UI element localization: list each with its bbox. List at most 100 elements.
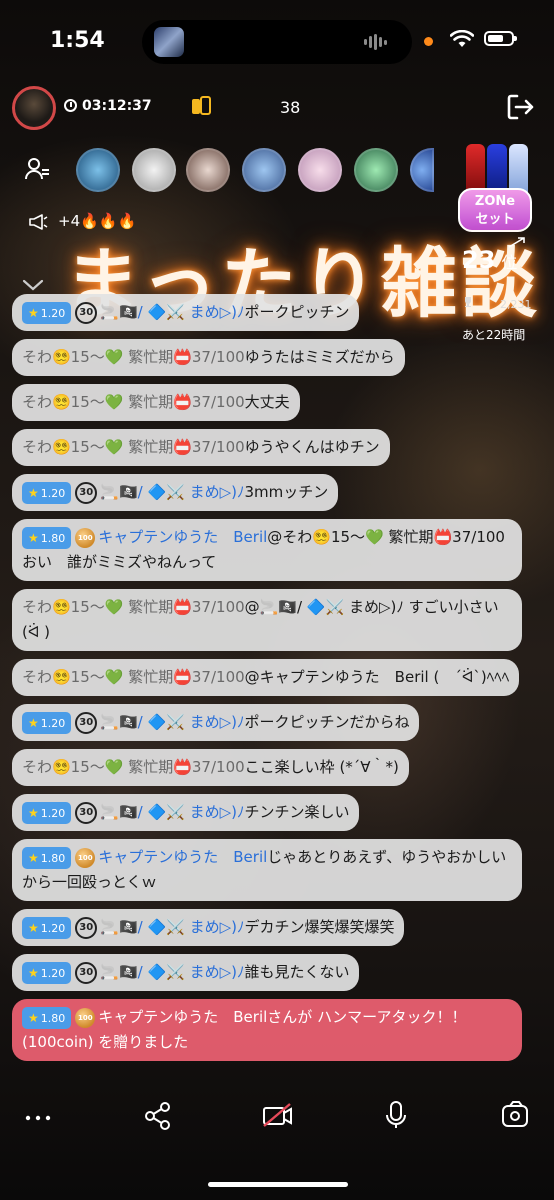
comment-username[interactable]: そわ😵‍💫15～💚 繁忙期📛37/100 bbox=[22, 438, 245, 456]
comment-text: 3mmッチン bbox=[244, 483, 329, 501]
gift-message[interactable]: ★ 1.80 100 キャプテンゆうた Beril さんが ハンマーアタック！！ (1… bbox=[12, 999, 522, 1061]
more-icon[interactable] bbox=[18, 1090, 58, 1130]
comment-username[interactable]: キャプテンゆうた Beril bbox=[98, 1008, 267, 1026]
status-bar: 1:54 bbox=[0, 0, 554, 80]
listener-avatar[interactable] bbox=[76, 148, 120, 192]
level-value: 1.20 bbox=[40, 306, 66, 320]
level-badge: ★ 1.20 bbox=[22, 916, 72, 939]
comment-item[interactable]: そわ😵‍💫15～💚 繁忙期📛37/100 大丈夫 bbox=[12, 384, 300, 421]
comment-item[interactable]: そわ😵‍💫15～💚 繁忙期📛37/100 ゆうたはミミズだから bbox=[12, 339, 405, 376]
days-30-badge-icon: 30 bbox=[75, 961, 98, 984]
dynamic-island[interactable] bbox=[142, 20, 412, 64]
level-value: 1.80 bbox=[40, 851, 66, 865]
exit-icon[interactable] bbox=[504, 91, 536, 123]
comment-item[interactable]: ★ 1.80 100 キャプテンゆうた Beril じゃあとりあえず、ゆうやおかしいか… bbox=[12, 839, 522, 901]
comment-text: ポークピッチン bbox=[244, 303, 350, 321]
comment-text: デカチン爆笑爆笑爆笑 bbox=[244, 918, 395, 936]
coin-badge-icon: 100 bbox=[75, 1007, 96, 1028]
star-icon: ★ bbox=[28, 850, 39, 865]
comment-text: @キャプテンゆうた Beril ( ´ᐛ`)ﾍﾍﾍ bbox=[244, 668, 510, 686]
listener-avatar[interactable] bbox=[298, 148, 342, 192]
host-avatar[interactable] bbox=[12, 86, 56, 130]
level-badge: ★ 1.20 bbox=[22, 711, 72, 734]
days-30-badge-icon: 30 bbox=[75, 481, 98, 504]
level-badge: ★ 1.20 bbox=[22, 961, 72, 984]
star-icon: ★ bbox=[28, 715, 39, 730]
listener-avatar[interactable] bbox=[186, 148, 230, 192]
comment-item[interactable]: そわ😵‍💫15～💚 繁忙期📛37/100 ここ楽しい枠 (*´∀｀*) bbox=[12, 749, 409, 786]
coin-badge-icon: 100 bbox=[75, 527, 96, 548]
viewer-count[interactable]: 38 bbox=[280, 98, 300, 117]
comment-username[interactable]: キャプテンゆうた Beril bbox=[98, 528, 267, 546]
comment-username[interactable]: 🚬🏴‍☠️/ 🔷⚔️ まめ▷)ﾉ bbox=[100, 483, 244, 501]
camera-off-icon[interactable] bbox=[258, 1090, 298, 1130]
level-value: 1.80 bbox=[40, 1011, 66, 1025]
listener-avatar[interactable] bbox=[354, 148, 398, 192]
level-badge: ★ 1.80 bbox=[22, 526, 72, 549]
listener-avatar[interactable] bbox=[242, 148, 286, 192]
comment-username[interactable]: そわ😵‍💫15～💚 繁忙期📛37/100 bbox=[22, 348, 245, 366]
chevron-down-icon[interactable] bbox=[22, 278, 44, 292]
level-badge: ★ 1.80 bbox=[22, 846, 72, 869]
star-icon: ★ bbox=[28, 1010, 39, 1025]
comment-username[interactable]: 🚬🏴‍☠️/ 🔷⚔️ まめ▷)ﾉ bbox=[100, 713, 244, 731]
clock-icon bbox=[64, 99, 77, 112]
star-icon: ★ bbox=[28, 305, 39, 320]
level-badge: ★ 1.20 bbox=[22, 801, 72, 824]
comment-text: ゆうやくんはゆチン bbox=[244, 438, 380, 456]
comment-username[interactable]: 🚬🏴‍☠️/ 🔷⚔️ まめ▷)ﾉ bbox=[100, 963, 244, 981]
share-icon[interactable] bbox=[138, 1090, 178, 1130]
comment-item[interactable]: ★ 1.20 30 🚬🏴‍☠️/ 🔷⚔️ まめ▷)ﾉ チンチン楽しい bbox=[12, 794, 360, 831]
comment-text: チンチン楽しい bbox=[244, 803, 350, 821]
comment-item[interactable]: そわ😵‍💫15～💚 繁忙期📛37/100 @キャプテンゆうた Beril ( ´… bbox=[12, 659, 520, 696]
comment-username[interactable]: 🚬🏴‍☠️/ 🔷⚔️ まめ▷)ﾉ bbox=[100, 918, 244, 936]
comment-username[interactable]: そわ😵‍💫15～💚 繁忙期📛37/100 bbox=[22, 393, 245, 411]
mic-icon[interactable] bbox=[376, 1090, 416, 1130]
comment-item[interactable]: ★ 1.20 30 🚬🏴‍☠️/ 🔷⚔️ まめ▷)ﾉ 誰も見たくない bbox=[12, 954, 360, 991]
comment-text: ゆうたはミミズだから bbox=[244, 348, 395, 366]
star-icon: ★ bbox=[28, 805, 39, 820]
star-icon: ★ bbox=[28, 485, 39, 500]
now-playing-artwork bbox=[154, 27, 184, 57]
ranking-box[interactable]: 23 位 2,231 bbox=[462, 246, 548, 311]
comment-username[interactable]: キャプテンゆうた Beril bbox=[98, 848, 267, 866]
comment-item[interactable]: ★ 1.20 30 🚬🏴‍☠️/ 🔷⚔️ まめ▷)ﾉ ポークピッチンだからね bbox=[12, 704, 420, 741]
comment-item[interactable]: ★ 1.20 30 🚬🏴‍☠️/ 🔷⚔️ まめ▷)ﾉ 3mmッチン bbox=[12, 474, 339, 511]
comment-item[interactable]: そわ😵‍💫15～💚 繁忙期📛37/100 ゆうやくんはゆチン bbox=[12, 429, 390, 466]
level-value: 1.20 bbox=[40, 966, 66, 980]
comment-feed[interactable]: ★ 1.20 30 🚬🏴‍☠️/ 🔷⚔️ まめ▷)ﾉ ポークピッチン そわ😵‍💫15～💚… bbox=[12, 294, 522, 1069]
level-badge: ★ 1.20 bbox=[22, 481, 72, 504]
comment-item[interactable]: ★ 1.20 30 🚬🏴‍☠️/ 🔷⚔️ まめ▷)ﾉ デカチン爆笑爆笑爆笑 bbox=[12, 909, 405, 946]
rank-number: 23 bbox=[462, 246, 496, 274]
days-30-badge-icon: 30 bbox=[75, 916, 98, 939]
mic-in-use-indicator bbox=[424, 37, 433, 46]
days-30-badge-icon: 30 bbox=[75, 711, 98, 734]
elapsed-time: 03:12:37 bbox=[82, 98, 152, 114]
days-30-badge-icon: 30 bbox=[75, 301, 98, 324]
battery-icon bbox=[484, 31, 517, 46]
comment-item[interactable]: そわ😵‍💫15～💚 繁忙期📛37/100 @🚬🏴‍☠️/ 🔷⚔️ まめ▷)ﾉ す… bbox=[12, 589, 522, 651]
listener-avatar[interactable] bbox=[132, 148, 176, 192]
comment-text: ここ楽しい枠 (*´∀｀*) bbox=[244, 758, 399, 776]
wifi-icon bbox=[450, 30, 474, 47]
listener-avatar[interactable] bbox=[410, 148, 434, 192]
bottom-toolbar bbox=[0, 1090, 554, 1150]
comment-username[interactable]: そわ😵‍💫15～💚 繁忙期📛37/100 bbox=[22, 668, 245, 686]
rank-unit: 位 bbox=[501, 253, 518, 272]
home-indicator[interactable] bbox=[208, 1182, 348, 1187]
comment-username[interactable]: そわ😵‍💫15～💚 繁忙期📛37/100 bbox=[22, 758, 245, 776]
fan-level-icon[interactable] bbox=[190, 96, 212, 116]
comment-item[interactable]: ★ 1.20 30 🚬🏴‍☠️/ 🔷⚔️ まめ▷)ﾉ ポークピッチン bbox=[12, 294, 360, 331]
level-value: 1.20 bbox=[40, 806, 66, 820]
follow-list-icon[interactable] bbox=[24, 156, 50, 182]
promo-label-line1: ZONe bbox=[474, 194, 516, 209]
comment-username[interactable]: そわ😵‍💫15～💚 繁忙期📛37/100 bbox=[22, 598, 245, 616]
level-value: 1.20 bbox=[40, 486, 66, 500]
comment-username[interactable]: 🚬🏴‍☠️/ 🔷⚔️ まめ▷)ﾉ bbox=[100, 803, 244, 821]
screen-record-icon[interactable] bbox=[496, 1090, 536, 1130]
comment-username[interactable]: 🚬🏴‍☠️/ 🔷⚔️ まめ▷)ﾉ bbox=[100, 303, 244, 321]
level-value: 1.80 bbox=[40, 531, 66, 545]
level-badge: ★ 1.80 bbox=[22, 1006, 72, 1029]
comment-item[interactable]: ★ 1.80 100 キャプテンゆうた Beril @そわ😵‍💫15～💚 繁忙期📛37… bbox=[12, 519, 522, 581]
megaphone-icon[interactable] bbox=[28, 213, 48, 231]
